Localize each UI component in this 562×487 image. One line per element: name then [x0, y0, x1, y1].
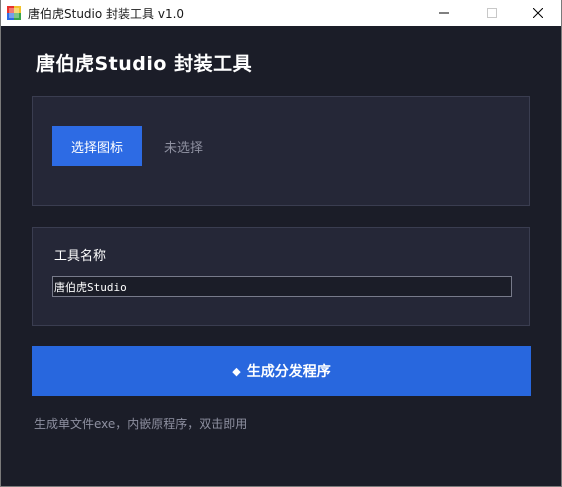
generate-button[interactable]: ◆ 生成分发程序 [32, 346, 531, 396]
close-button[interactable] [515, 0, 561, 26]
diamond-icon: ◆ [232, 364, 241, 378]
tool-name-label: 工具名称 [54, 249, 107, 264]
maximize-icon [487, 8, 497, 18]
name-panel: 工具名称 [32, 227, 530, 326]
client-area: 唐伯虎Studio 封装工具 选择图标 未选择 工具名称 ◆ 生成分发程序 生成… [1, 26, 561, 486]
footer-note: 生成单文件exe，内嵌原程序，双击即用 [34, 417, 248, 431]
title-bar[interactable]: 唐伯虎Studio 封装工具 v1.0 [1, 0, 561, 26]
window-title: 唐伯虎Studio 封装工具 v1.0 [28, 7, 185, 21]
choose-icon-button[interactable]: 选择图标 [52, 126, 142, 166]
tool-name-input[interactable] [52, 276, 512, 297]
icon-status-text: 未选择 [164, 141, 204, 156]
maximize-button[interactable] [469, 0, 515, 26]
app-icon [6, 5, 22, 21]
page-title: 唐伯虎Studio 封装工具 [36, 53, 253, 75]
close-icon [533, 8, 543, 18]
generate-button-label: 生成分发程序 [246, 364, 331, 380]
icon-panel: 选择图标 未选择 [32, 96, 530, 206]
minimize-icon [439, 12, 449, 14]
minimize-button[interactable] [421, 0, 467, 26]
app-window: 唐伯虎Studio 封装工具 v1.0 唐伯虎Studio 封装工具 选择图标 … [0, 0, 562, 487]
